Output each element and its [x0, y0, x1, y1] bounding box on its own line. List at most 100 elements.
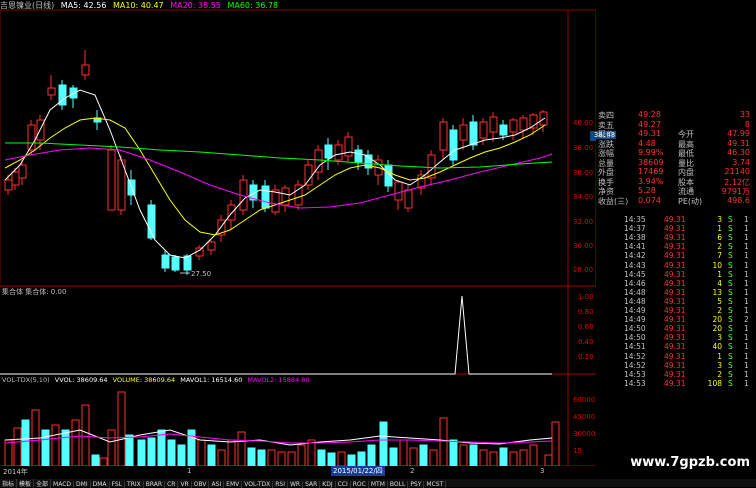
- tick-time: 14:52: [624, 351, 646, 361]
- date-label-left: 2014年: [3, 468, 28, 476]
- tick-side: S: [728, 378, 733, 388]
- date-label-mid3: 3: [540, 467, 545, 475]
- tick-count: 1: [744, 260, 749, 270]
- volume-bar: [409, 447, 418, 466]
- volume-bar: [137, 439, 146, 466]
- volume-bar: [107, 429, 116, 466]
- volume-bar: [125, 434, 134, 466]
- tick-time: 14:49: [624, 306, 646, 315]
- volume-bar: [91, 454, 100, 466]
- tick-volume: 20: [712, 315, 722, 325]
- tick-price: 49.31: [664, 296, 686, 306]
- tick-volume: 4: [717, 278, 722, 288]
- tick-volume: 3: [717, 333, 722, 343]
- candle-body: [519, 117, 528, 131]
- tick-price: 49.31: [664, 351, 686, 361]
- tick-side: S: [728, 287, 733, 297]
- volume-bar: [21, 419, 30, 466]
- tick-count: 1: [744, 342, 749, 352]
- tick-side: S: [728, 242, 733, 252]
- ind1-tick: 0.60: [578, 323, 594, 331]
- volume-bar: [167, 439, 176, 466]
- volume-bar: [347, 454, 356, 466]
- tick-volume: 7: [717, 251, 722, 261]
- tick-side: S: [728, 369, 733, 379]
- date-label-mid2: 2: [410, 467, 415, 475]
- date-label-mid1: 1: [187, 467, 192, 475]
- tick-side: S: [728, 251, 733, 261]
- date-highlight[interactable]: 2015/01/22/四: [331, 466, 385, 476]
- tick-volume: 5: [717, 296, 722, 306]
- tick-time: 14:48: [624, 296, 646, 306]
- indicator1-panel: 集合体 集合体: 0.00 1.00 0.80 0.60 0.40 0.20: [0, 287, 594, 375]
- volume-bars: [4, 391, 560, 466]
- tick-volume: 2: [717, 369, 722, 379]
- tick-time: 14:50: [624, 333, 646, 343]
- indicator-tab-bar: 指标 模板 全部 MACD DMI DMA FSL TRIX BRAR CR VR OBV ASI EMV…: [0, 479, 756, 488]
- tick-volume: 10: [712, 260, 722, 270]
- volume-bar: [499, 447, 508, 466]
- volume-bar: [367, 444, 376, 466]
- tick-side: S: [728, 296, 733, 306]
- candle-body: [394, 181, 403, 201]
- volume-bar: [51, 424, 60, 466]
- tick-side: S: [728, 306, 733, 315]
- volume-bar: [317, 449, 326, 466]
- volume-bar: [439, 417, 448, 466]
- candle-body: [227, 204, 236, 221]
- candle-body: [11, 171, 20, 186]
- candle-body: [271, 189, 280, 213]
- tick-side: S: [728, 360, 733, 370]
- volume-bar: [459, 444, 468, 466]
- volume-bar: [307, 439, 316, 466]
- quote-value: 49.31: [638, 129, 661, 138]
- volume-bar: [81, 404, 90, 466]
- volume-bar: [13, 427, 22, 466]
- kline-chart[interactable]: 40.00 38.00 36.00 34.00 32.00 30.00 28.0…: [0, 0, 596, 466]
- vol-title: VOL-TDX(5,10) VVOL: 38609.64 VOLUME: 386…: [2, 376, 310, 384]
- volume-bar: [99, 457, 108, 466]
- indicator1-line: [0, 295, 552, 375]
- candle-body: [354, 149, 363, 163]
- tick-price: 49.31: [664, 324, 686, 334]
- ind1-tick: 0.20: [578, 353, 594, 361]
- volume-bar: [327, 452, 336, 466]
- volume-bar: [207, 444, 216, 466]
- candle-body: [469, 121, 478, 146]
- candle-body: [261, 185, 270, 209]
- tick-price: 49.31: [664, 378, 686, 388]
- candle-body: [4, 179, 13, 191]
- tick-count: 1: [744, 287, 749, 297]
- volume-bar: [337, 451, 346, 466]
- tick-time: 14:53: [624, 369, 646, 379]
- quote-label-right: PE(动): [678, 196, 703, 206]
- candle-body: [161, 254, 170, 269]
- tick-price: 49.31: [664, 315, 686, 325]
- volume-bar: [71, 419, 80, 466]
- price-tick: 36.00: [573, 169, 593, 177]
- volume-bar: [519, 449, 528, 466]
- volume-bar: [287, 451, 296, 466]
- tick-time: 14:45: [624, 269, 646, 279]
- tick-side: S: [728, 324, 733, 334]
- tick-price: 49.31: [664, 342, 686, 352]
- quote-value-right: 33: [739, 110, 750, 119]
- tick-time: 14:38: [624, 233, 646, 243]
- tick-time: 14:48: [624, 287, 646, 297]
- quote-value: 4.48: [638, 138, 656, 148]
- volume-bar: [177, 444, 186, 466]
- tick-price: 49.31: [664, 224, 686, 234]
- volume-bar: [379, 421, 388, 466]
- volume-bar: [469, 444, 478, 466]
- candle-body: [479, 121, 488, 139]
- volume-bar: [297, 444, 306, 466]
- tick-time: 14:42: [624, 251, 646, 261]
- tick-side: S: [728, 315, 733, 325]
- quote-value-right: 3.74: [732, 157, 750, 167]
- candle-body: [304, 164, 313, 186]
- volume-bar: [277, 451, 286, 466]
- quote-value: 17469: [638, 167, 664, 176]
- tick-count: 1: [744, 360, 749, 370]
- volume-panel: VOL-TDX(5,10) VVOL: 38609.64 VOLUME: 386…: [2, 376, 595, 466]
- low-marker-label: 27.50: [191, 270, 211, 278]
